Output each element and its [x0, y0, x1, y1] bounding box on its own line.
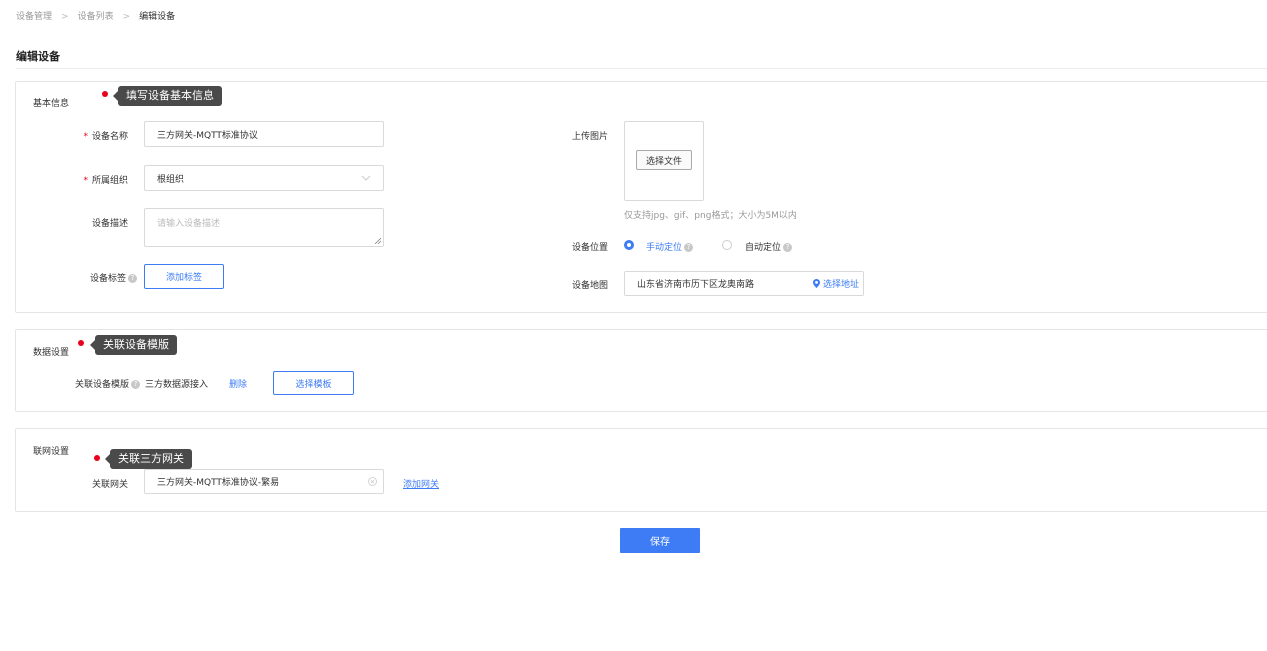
- gateway-label: 关联网关: [91, 480, 128, 490]
- basic-info-tooltip: 填写设备基本信息: [113, 86, 222, 106]
- org-select[interactable]: 根组织: [144, 165, 384, 191]
- description-label: 设备描述: [91, 219, 128, 229]
- add-gateway-link[interactable]: 添加网关: [403, 477, 439, 490]
- hint-dot: [78, 340, 84, 346]
- chevron-down-icon: [361, 175, 371, 181]
- title-divider: [16, 68, 1267, 69]
- device-name-input[interactable]: 三方网关-MQTT标准协议: [144, 121, 384, 147]
- device-tag-label: 设备标签?: [60, 271, 140, 284]
- basic-info-label: 基本信息: [33, 99, 70, 109]
- help-icon[interactable]: ?: [684, 243, 694, 252]
- select-address-button[interactable]: 选择地址: [812, 277, 859, 290]
- required-mark: *: [83, 132, 88, 142]
- help-icon[interactable]: ?: [131, 380, 140, 389]
- network-settings-label: 联网设置: [33, 447, 70, 457]
- device-name-label: * 设备名称: [83, 132, 128, 142]
- data-settings-tooltip: 关联设备模版: [90, 335, 177, 355]
- breadcrumb-item-current: 编辑设备: [139, 12, 176, 22]
- location-pin-icon: [812, 279, 820, 288]
- data-settings-label: 数据设置: [33, 348, 70, 358]
- auto-location-radio[interactable]: [722, 240, 732, 250]
- breadcrumb-item-device-management[interactable]: 设备管理: [16, 12, 52, 22]
- auto-location-option[interactable]: 自动定位?: [745, 240, 793, 253]
- breadcrumb-separator: >: [122, 12, 131, 22]
- hint-dot: [94, 455, 100, 461]
- image-upload-box[interactable]: 选择文件: [624, 121, 704, 201]
- breadcrumb: 设备管理 > 设备列表 > 编辑设备: [16, 9, 175, 22]
- gateway-input[interactable]: 三方网关-MQTT标准协议-繁易: [144, 469, 384, 494]
- manual-location-option[interactable]: 手动定位?: [646, 240, 694, 253]
- template-label: 关联设备模版?: [50, 377, 140, 390]
- upload-image-label: 上传图片: [571, 132, 608, 142]
- data-settings-section: [15, 329, 1267, 412]
- help-icon[interactable]: ?: [783, 243, 793, 252]
- page-title: 编辑设备: [16, 50, 60, 63]
- hint-dot: [102, 91, 108, 97]
- delete-template-link[interactable]: 删除: [229, 377, 247, 390]
- save-button[interactable]: 保存: [620, 528, 700, 553]
- breadcrumb-separator: >: [61, 12, 69, 22]
- choose-file-button[interactable]: 选择文件: [636, 150, 692, 170]
- template-value: 三方数据源接入: [145, 380, 209, 390]
- required-mark: *: [83, 176, 88, 186]
- network-settings-tooltip: 关联三方网关: [105, 449, 192, 469]
- manual-location-radio[interactable]: [624, 240, 634, 250]
- breadcrumb-item-device-list[interactable]: 设备列表: [78, 12, 114, 22]
- device-map-label: 设备地图: [571, 281, 608, 291]
- select-template-button[interactable]: 选择模板: [273, 371, 354, 395]
- resize-handle-icon[interactable]: [375, 238, 381, 244]
- clear-icon[interactable]: [368, 477, 377, 486]
- upload-hint: 仅支持jpg、gif、png格式；大小为5M以内: [624, 211, 797, 221]
- help-icon[interactable]: ?: [128, 274, 138, 283]
- map-address-input[interactable]: 山东省济南市历下区龙奥南路 选择地址: [624, 271, 864, 296]
- add-tag-button[interactable]: 添加标签: [144, 264, 224, 289]
- description-textarea[interactable]: 请输入设备描述: [144, 208, 384, 247]
- device-location-label: 设备位置: [571, 243, 608, 253]
- org-label: * 所属组织: [83, 176, 128, 186]
